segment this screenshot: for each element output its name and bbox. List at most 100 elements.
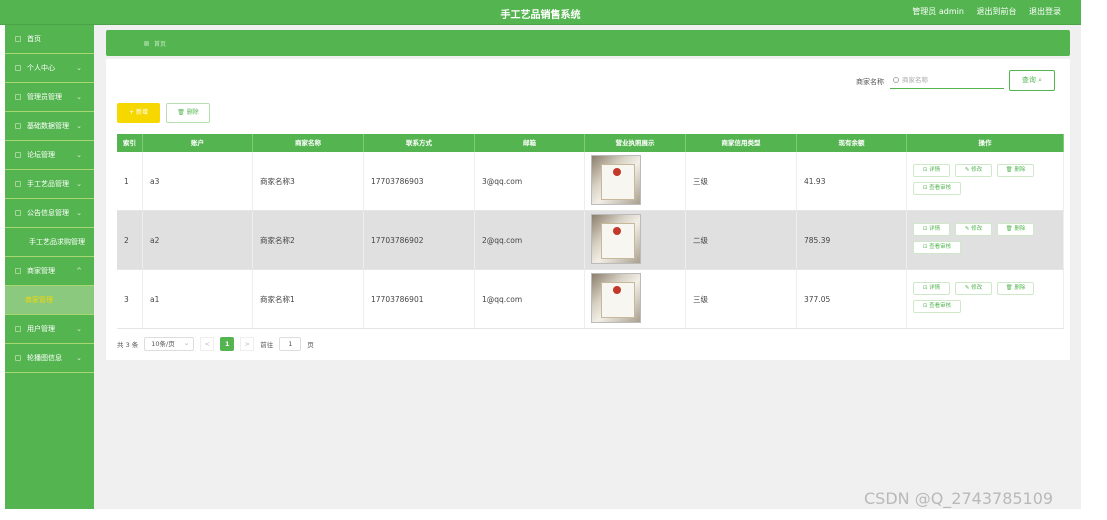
chevron-down-icon: ⌄ [76,151,82,159]
home-icon [15,36,21,42]
logout-link[interactable]: 退出登录 [1029,7,1061,16]
shop-icon [15,268,21,274]
license-image[interactable] [591,214,641,264]
col-phone: 联系方式 [364,134,475,152]
query-button[interactable]: 查询 ⌕ [1009,70,1055,91]
col-license: 营业执照展示 [585,134,686,152]
pagination: 共 3 条 10条/页 < 1 > 前往 1 页 [117,336,314,352]
front-link[interactable]: 退出到前台 [976,7,1016,16]
chevron-down-icon: ⌄ [76,325,82,333]
table-row: 1 a3 商家名称3 17703786903 3@qq.com 三级 41.93… [117,152,1064,211]
cell-phone: 17703786902 [364,211,475,269]
table-header: 索引 账户 商家名称 联系方式 邮箱 营业执照展示 商家信用类型 现有余额 操作 [117,134,1064,152]
sidebar-item-basic-data[interactable]: 基础数据管理 ⌄ [5,112,94,141]
sidebar-item-admins[interactable]: 管理员管理 ⌄ [5,83,94,112]
top-links: 管理员 admin 退出到前台 退出登录 [902,6,1061,17]
merchant-table: 索引 账户 商家名称 联系方式 邮箱 营业执照展示 商家信用类型 现有余额 操作… [117,134,1064,329]
breadcrumb-home[interactable]: 首页 [154,39,166,48]
row-delete-button[interactable]: 🗑 删除 [997,164,1034,177]
sidebar-item-carousel[interactable]: 轮播图信息 ⌄ [5,344,94,373]
cell-email: 3@qq.com [475,152,585,210]
chevron-up-icon: ^ [76,267,82,275]
cell-credit: 三级 [686,152,797,210]
detail-button[interactable]: ⊡ 详情 [913,164,950,177]
col-account: 账户 [143,134,253,152]
page-suffix: 页 [307,341,314,349]
col-index: 索引 [117,134,143,152]
top-bar: 手工艺品销售系统 管理员 admin 退出到前台 退出登录 [0,0,1081,25]
cell-actions: ⊡ 详情 ✎ 修改 🗑 删除 ⊡ 查看审核 [907,270,1064,328]
search-input[interactable]: 商家名称 [890,71,1004,89]
next-page-button[interactable]: > [240,337,255,351]
page-1-button[interactable]: 1 [220,337,235,351]
image-icon [15,355,21,361]
sidebar-item-profile[interactable]: 个人中心 ⌄ [5,54,94,83]
table-row: 2 a2 商家名称2 17703786902 2@qq.com 二级 785.3… [117,211,1064,270]
chevron-down-icon: ⌄ [76,354,82,362]
sidebar-item-forum[interactable]: 论坛管理 ⌄ [5,141,94,170]
content-panel: 商家名称 商家名称 查询 ⌕ + 新增 🗑 删除 索引 账户 商家名称 联系方式… [106,59,1070,360]
craft-icon [15,181,21,187]
cell-actions: ⊡ 详情 ✎ 修改 🗑 删除 ⊡ 查看审核 [907,211,1064,269]
cell-name: 商家名称2 [253,211,364,269]
chevron-down-icon: ⌄ [76,122,82,130]
cell-license [585,211,686,269]
col-credit: 商家信用类型 [686,134,797,152]
goto-page-input[interactable]: 1 [279,337,302,351]
search-icon [893,77,899,83]
add-button[interactable]: + 新增 [117,103,160,123]
cell-credit: 二级 [686,211,797,269]
page-size-select[interactable]: 10条/页 [144,337,195,351]
cell-phone: 17703786903 [364,152,475,210]
col-actions: 操作 [907,134,1064,152]
forum-icon [15,152,21,158]
cell-name: 商家名称3 [253,152,364,210]
license-image[interactable] [591,155,641,205]
row-delete-button[interactable]: 🗑 删除 [997,223,1034,236]
review-button[interactable]: ⊡ 查看审核 [913,182,961,195]
col-balance: 现有余额 [797,134,907,152]
detail-button[interactable]: ⊡ 详情 [913,282,950,295]
sidebar-item-merchants[interactable]: 商家管理 ^ [5,257,94,286]
chevron-down-icon: ⌄ [76,64,82,72]
delete-button[interactable]: 🗑 删除 [166,103,210,123]
cell-email: 2@qq.com [475,211,585,269]
chevron-down-icon: ⌄ [76,180,82,188]
detail-button[interactable]: ⊡ 详情 [913,223,950,236]
breadcrumb: 首页 [106,30,1070,56]
review-button[interactable]: ⊡ 查看审核 [913,300,961,313]
cell-license [585,270,686,328]
sidebar-item-purchase-requests[interactable]: 手工艺品求购管理 [5,228,94,257]
admin-label: 管理员 admin [912,7,964,16]
sidebar-subitem-merchant-manage[interactable]: 商家管理 [5,286,94,315]
sidebar-item-home[interactable]: 首页 [5,25,94,54]
cell-index: 1 [117,152,143,210]
cell-index: 2 [117,211,143,269]
cell-index: 3 [117,270,143,328]
chevron-down-icon: ⌄ [76,209,82,217]
notice-icon [15,210,21,216]
sidebar-item-users[interactable]: 用户管理 ⌄ [5,315,94,344]
sidebar-item-crafts[interactable]: 手工艺品管理 ⌄ [5,170,94,199]
edit-button[interactable]: ✎ 修改 [955,282,992,295]
row-delete-button[interactable]: 🗑 删除 [997,282,1034,295]
main-content: 首页 商家名称 商家名称 查询 ⌕ + 新增 🗑 删除 索引 账户 商家名称 联… [94,25,1081,509]
home-icon [144,41,149,46]
prev-page-button[interactable]: < [200,337,215,351]
users-icon [15,326,21,332]
cell-account: a1 [143,270,253,328]
col-name: 商家名称 [253,134,364,152]
sidebar-item-notices[interactable]: 公告信息管理 ⌄ [5,199,94,228]
review-button[interactable]: ⊡ 查看审核 [913,241,961,254]
table-row: 3 a1 商家名称1 17703786901 1@qq.com 三级 377.0… [117,270,1064,329]
edit-button[interactable]: ✎ 修改 [955,164,992,177]
sidebar: 首页 个人中心 ⌄ 管理员管理 ⌄ 基础数据管理 ⌄ 论坛管理 ⌄ 手工艺品管理 ⌄ 公告… [5,25,94,509]
admin-icon [15,94,21,100]
col-email: 邮箱 [475,134,585,152]
license-image[interactable] [591,273,641,323]
cell-email: 1@qq.com [475,270,585,328]
goto-label: 前往 [260,341,274,349]
total-count: 共 3 条 [117,341,139,349]
search-placeholder: 商家名称 [902,76,928,84]
edit-button[interactable]: ✎ 修改 [955,223,992,236]
